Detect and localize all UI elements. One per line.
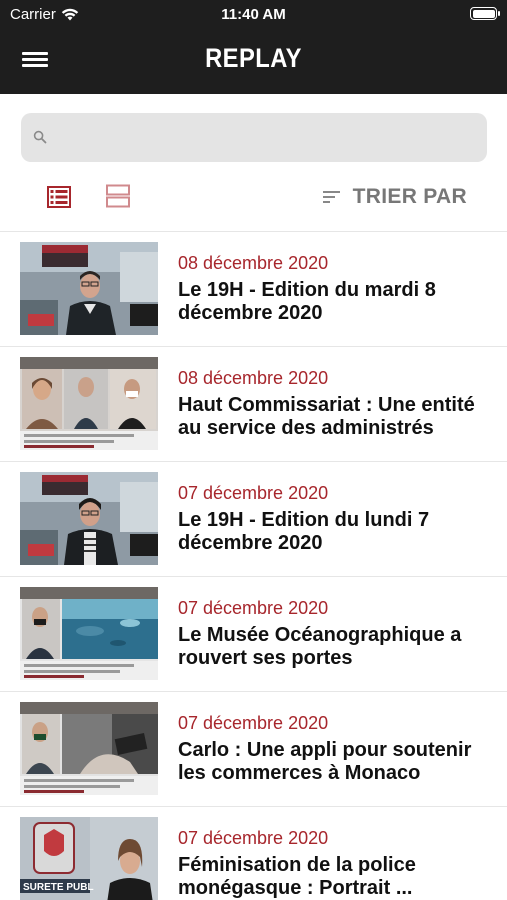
video-thumbnail: [20, 357, 158, 450]
video-thumbnail: [20, 702, 158, 795]
video-date: 07 décembre 2020: [178, 713, 329, 733]
status-time: 11:40 AM: [221, 6, 286, 23]
video-title: Haut Commissariat : Une entité au servic…: [178, 394, 475, 439]
video-thumbnail: [20, 472, 158, 565]
sort-button[interactable]: TRIER PAR: [322, 184, 467, 210]
list-view-icon[interactable]: [47, 186, 71, 208]
list-item[interactable]: 07 décembre 2020 Carlo : Une appli pour …: [0, 692, 507, 807]
video-title: Carlo : Une appli pour soutenir les comm…: [178, 739, 472, 784]
video-thumbnail: SURETE PUBL: [20, 817, 158, 900]
search-bar[interactable]: [21, 113, 487, 162]
video-thumbnail: [20, 587, 158, 680]
list-item[interactable]: 07 décembre 2020 Le Musée Océanographiqu…: [0, 577, 507, 692]
battery-icon: [470, 7, 500, 20]
video-thumbnail: [20, 242, 158, 335]
video-title: Féminisation de la police monégasque : P…: [178, 854, 416, 899]
status-bar: Carrier 11:40 AM: [0, 0, 507, 28]
video-title: Le Musée Océanographique a rouvert ses p…: [178, 624, 462, 669]
search-input[interactable]: [57, 113, 477, 162]
list-item[interactable]: 07 décembre 2020 Le 19H - Edition du lun…: [0, 462, 507, 577]
video-date: 07 décembre 2020: [178, 598, 329, 618]
video-date: 07 décembre 2020: [178, 828, 329, 848]
video-date: 08 décembre 2020: [178, 253, 329, 273]
video-title: Le 19H - Edition du mardi 8 décembre 202…: [178, 279, 436, 324]
thumbnail-caption: SURETE PUBL: [23, 882, 94, 893]
video-title: Le 19H - Edition du lundi 7 décembre 202…: [178, 509, 430, 554]
video-list: 08 décembre 2020 Le 19H - Edition du mar…: [0, 232, 507, 900]
page-title: REPLAY: [205, 43, 302, 73]
app-header: Carrier 11:40 AM REPLAY: [0, 0, 507, 94]
list-item[interactable]: 08 décembre 2020 Haut Commissariat : Une…: [0, 347, 507, 462]
sort-label: TRIER PAR: [352, 185, 467, 208]
search-icon: [33, 130, 47, 144]
video-date: 07 décembre 2020: [178, 483, 329, 503]
list-item[interactable]: 08 décembre 2020 Le 19H - Edition du mar…: [0, 232, 507, 347]
sort-icon: [322, 191, 340, 203]
video-date: 08 décembre 2020: [178, 368, 329, 388]
card-view-icon[interactable]: [106, 184, 130, 208]
list-item[interactable]: SURETE PUBL 07 décembre 2020 Féminisatio…: [0, 807, 507, 900]
